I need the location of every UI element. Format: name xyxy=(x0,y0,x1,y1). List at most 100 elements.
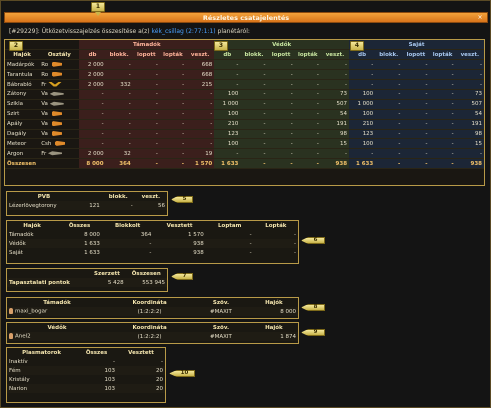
battle-cell: - xyxy=(455,79,484,90)
sum-cell: 938 xyxy=(455,158,484,170)
pvb-col: veszt. xyxy=(141,193,161,200)
ship-class: Va xyxy=(41,101,48,108)
points-row: Tapasztalati pontok 5 428 553 945 xyxy=(7,278,167,287)
plasma-row-cell: 20 xyxy=(156,376,163,383)
battle-cell: - xyxy=(320,79,350,90)
summary-row-cell: - xyxy=(149,249,152,256)
summary-row: Saját 1 633 - 938 - - xyxy=(7,248,298,257)
attacker-coord[interactable]: (1:2:2:2) xyxy=(107,307,193,316)
battle-cell: - xyxy=(159,89,187,100)
battle-cell: 191 xyxy=(320,119,350,130)
close-icon[interactable]: × xyxy=(476,14,484,22)
pvb-cell: 121 xyxy=(81,201,102,210)
battle-rows: Madárpók Ro 2 000- - -668- - - - - - - - - - Tarantul… xyxy=(5,59,484,160)
ship-name[interactable]: Madárpók xyxy=(5,59,40,71)
plasma-row-cell: Kristály xyxy=(9,376,30,383)
sum-cell: - xyxy=(159,158,187,170)
points-col: Szerzett xyxy=(94,270,120,277)
col-ships: Hajók xyxy=(5,49,40,61)
battle-cell: - xyxy=(402,99,430,110)
battle-cell: - xyxy=(320,59,350,71)
ship-name[interactable]: Dagály xyxy=(5,129,40,140)
ship-name[interactable]: Meteor xyxy=(5,138,40,150)
battle-cell: - xyxy=(105,119,133,130)
plasma-row-cell: 103 xyxy=(76,384,118,393)
defenders-row: Anel2 (1:2:2:2) #MAXIT 1 874 xyxy=(7,332,298,341)
battle-cell: - xyxy=(402,89,430,100)
defender-coord[interactable]: (1:2:2:2) xyxy=(107,332,193,341)
table-row: Bábrabló Fr 2 000 332- -215- - - - - - - - - - xyxy=(5,79,484,90)
battle-cell: 100 xyxy=(349,109,376,120)
table-row: Dagály Va - - - - -123- - -98 123- - -98 xyxy=(5,129,484,140)
own-group-header: Saját xyxy=(349,40,484,51)
battle-cell: 668 xyxy=(186,59,215,71)
battle-cell: - xyxy=(79,119,106,130)
battle-cell: - xyxy=(240,99,268,110)
col-header: blokk. xyxy=(240,49,268,61)
battle-cell: - xyxy=(294,119,321,130)
ship-name[interactable]: Argon xyxy=(5,148,40,160)
battle-cell: - xyxy=(79,99,106,110)
battle-cell: - xyxy=(429,89,456,100)
pvb-cell: - xyxy=(101,201,135,210)
attacker-alliance[interactable]: #MAXIT xyxy=(192,307,250,316)
window-title: Részletes csatajelentés xyxy=(202,14,290,22)
col-header: lopták xyxy=(429,49,456,61)
battle-cell: - xyxy=(429,59,456,71)
ship-name[interactable]: Zátony xyxy=(5,89,40,100)
plasma-row-cell: 103 xyxy=(104,376,116,383)
summary-row: Védők 1 633-938- - xyxy=(7,239,298,248)
ship-name[interactable]: Tarantula xyxy=(5,69,40,81)
battle-cell: - xyxy=(79,109,106,120)
summary-row-cell: 1 633 xyxy=(57,239,102,248)
avatar xyxy=(9,308,13,315)
battle-cell: - xyxy=(375,148,403,160)
ship-class: Va xyxy=(41,121,48,128)
battle-cell: - xyxy=(159,129,187,140)
ship-class: Csh xyxy=(41,140,52,147)
ship-class-cell: Csh xyxy=(39,138,80,150)
battle-cell: - xyxy=(132,89,160,100)
ship-name[interactable]: Szikla xyxy=(5,99,40,110)
table-row: Szirt Va - - - - -100- - -54 100- - -54 xyxy=(5,109,484,120)
battle-cell: 191 xyxy=(455,119,484,130)
defender-player[interactable]: Anel2 xyxy=(7,332,107,341)
sum-cell: - xyxy=(402,158,430,170)
sum-cell: 938 xyxy=(320,158,350,170)
battle-cell: 32 xyxy=(105,148,133,160)
battle-cell: - xyxy=(375,89,403,100)
battle-cell: - xyxy=(402,148,430,160)
battle-cell: - xyxy=(267,69,295,81)
marker-1-pointer xyxy=(95,12,101,16)
battle-cell: 98 xyxy=(320,129,350,140)
defender-alliance[interactable]: #MAXIT xyxy=(192,332,250,341)
col-header: veszt. xyxy=(455,49,484,61)
battle-cell: 1 000 xyxy=(349,99,376,110)
defender-name: Anel2 xyxy=(15,333,31,340)
battle-cell: - xyxy=(267,79,295,90)
defenders-col: Védők xyxy=(47,324,67,331)
battle-cell: - xyxy=(294,138,321,150)
ship-name[interactable]: Szirt xyxy=(5,109,40,120)
plasma-row-cell: - xyxy=(161,358,163,365)
points-total: 553 945 xyxy=(125,278,167,287)
table-row: Apály Va - - - - -210- - -191 210- - -191 xyxy=(5,119,484,130)
battle-cell: - xyxy=(132,119,160,130)
battle-cell: - xyxy=(429,148,456,160)
planet-link[interactable]: kék_csillag (2:77:1:1) xyxy=(152,28,216,35)
battle-cell: - xyxy=(402,129,430,140)
attackers-header: Támadók Koordináta Szöv. Hajók xyxy=(7,298,298,307)
ship-name[interactable]: Apály xyxy=(5,119,40,130)
sum-cell: 8 000 xyxy=(79,158,106,170)
points-col: Összesen xyxy=(131,270,161,277)
ship-name[interactable]: Bábrabló xyxy=(5,79,40,90)
battle-cell: - xyxy=(267,99,295,110)
battle-cell: - xyxy=(214,79,241,90)
plasma-row-cell: 20 xyxy=(117,384,165,393)
battle-cell: - xyxy=(349,59,376,71)
attacker-player[interactable]: maxi_bogar xyxy=(7,307,107,316)
battle-report-window: Részletes csatajelentés × 1 [#29229]: Üt… xyxy=(0,0,491,408)
battle-cell: - xyxy=(294,129,321,140)
battle-cell: - xyxy=(240,69,268,81)
ship-class-cell: Ro xyxy=(39,59,80,71)
